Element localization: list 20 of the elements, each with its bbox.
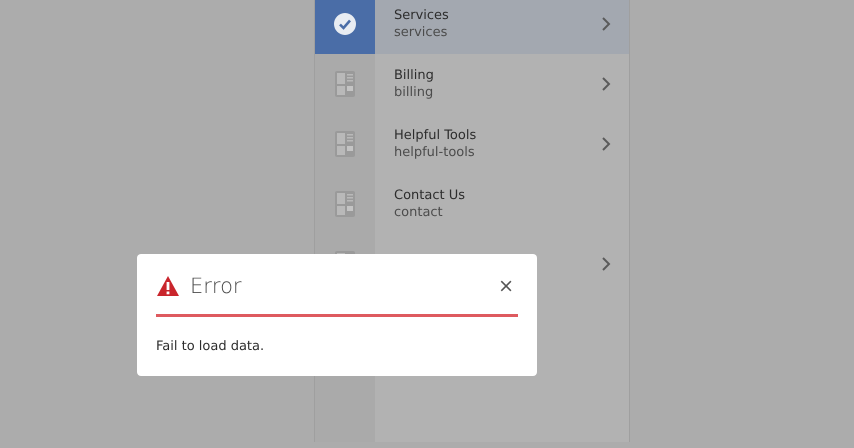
chevron-right-icon[interactable] xyxy=(601,76,611,92)
warning-icon xyxy=(156,275,180,297)
close-button[interactable]: × xyxy=(494,275,518,297)
item-title: Contact Us xyxy=(394,188,466,203)
chevron-right-icon[interactable] xyxy=(601,256,611,272)
item-name: billing xyxy=(394,85,434,100)
item-name: contact xyxy=(394,205,444,220)
item-name: services xyxy=(394,25,448,40)
page-icon xyxy=(334,190,356,218)
page-icon xyxy=(334,130,356,158)
error-message: Fail to load data. xyxy=(156,339,266,354)
item-name: helpful-tools xyxy=(394,145,476,160)
item-title: Helpful Tools xyxy=(394,128,478,143)
item-title: Services xyxy=(394,8,450,23)
page-icon xyxy=(334,70,356,98)
selected-check-icon[interactable] xyxy=(315,0,375,54)
dialog-title: Error xyxy=(190,274,243,298)
item-title: Billing xyxy=(394,68,435,83)
chevron-right-icon[interactable] xyxy=(601,16,611,32)
chevron-right-icon[interactable] xyxy=(601,136,611,152)
